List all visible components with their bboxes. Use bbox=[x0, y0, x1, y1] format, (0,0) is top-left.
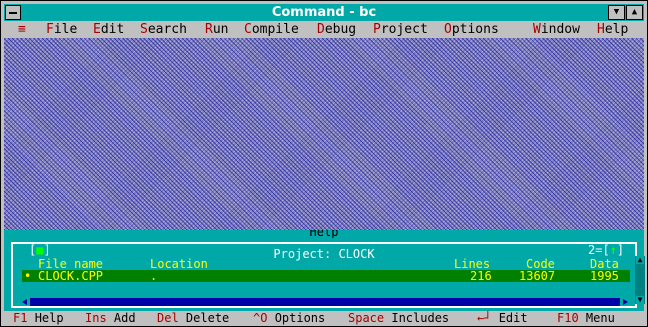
status-key: Ins bbox=[85, 311, 107, 325]
project-title-bar: Project: CLOCK bbox=[13, 243, 635, 261]
menu-compile-label: ompile bbox=[251, 22, 299, 37]
menu-debug-hotkey: D bbox=[317, 22, 325, 37]
menu-search[interactable]: Search bbox=[140, 22, 187, 38]
status-bar: F1 Help Ins Add Del Delete ^O Options Sp… bbox=[4, 311, 644, 325]
minimize-button[interactable]: ▼ bbox=[608, 5, 625, 20]
menu-run-hotkey: R bbox=[205, 22, 213, 37]
menu-options[interactable]: Options bbox=[444, 22, 499, 38]
status-label: Options bbox=[274, 311, 326, 325]
menu-search-label: earch bbox=[147, 22, 187, 37]
scroll-up-icon[interactable]: ▲ bbox=[636, 256, 644, 264]
menu-bar: ≡ File Edit Search Run Compile Debug Pro… bbox=[4, 22, 644, 38]
menu-project[interactable]: Project bbox=[373, 22, 428, 38]
menu-run[interactable]: Run bbox=[205, 22, 228, 38]
menu-window[interactable]: Window bbox=[533, 22, 580, 38]
horizontal-scrollbar[interactable] bbox=[30, 298, 620, 306]
status-label: Delete bbox=[185, 311, 230, 325]
status-options[interactable]: ^O Options bbox=[253, 311, 325, 325]
status-del-delete[interactable]: Del Delete bbox=[157, 311, 229, 325]
help-window-title: Help bbox=[309, 230, 339, 238]
menu-window-hotkey: W bbox=[533, 22, 541, 37]
zoom-icon: ↑ bbox=[609, 243, 617, 257]
menu-help[interactable]: Help bbox=[597, 22, 628, 38]
menu-project-hotkey: P bbox=[373, 22, 381, 37]
status-label: Help bbox=[34, 311, 64, 325]
menu-edit-label: dit bbox=[100, 22, 125, 37]
status-label: Edit bbox=[498, 311, 528, 325]
row-lines: 216 bbox=[470, 269, 492, 283]
status-label: Includes bbox=[391, 311, 450, 325]
row-location: . bbox=[150, 269, 158, 283]
menu-edit-hotkey: E bbox=[93, 22, 101, 37]
menu-options-label: ptions bbox=[451, 22, 499, 37]
menu-compile[interactable]: Compile bbox=[244, 22, 299, 38]
row-code: 13607 bbox=[519, 269, 556, 283]
window-number: 2 bbox=[588, 243, 596, 257]
menu-search-hotkey: S bbox=[140, 22, 148, 37]
scroll-down-icon[interactable]: ▼ bbox=[636, 296, 644, 304]
menu-edit[interactable]: Edit bbox=[93, 22, 124, 38]
menu-help-hotkey: H bbox=[597, 22, 605, 37]
status-ins-add[interactable]: Ins Add bbox=[85, 311, 136, 325]
status-key: Space bbox=[348, 311, 385, 325]
menu-system[interactable]: ≡ bbox=[18, 22, 26, 38]
status-key: Del bbox=[157, 311, 179, 325]
menu-help-label: elp bbox=[604, 22, 629, 37]
scroll-left-icon[interactable] bbox=[20, 298, 30, 306]
vertical-scrollbar[interactable]: ▲ ▼ bbox=[635, 256, 645, 304]
menu-project-label: roject bbox=[380, 22, 428, 37]
menu-options-hotkey: O bbox=[444, 22, 452, 37]
status-label: Menu bbox=[585, 311, 615, 325]
maximize-button[interactable]: ▲ bbox=[626, 5, 643, 20]
status-space-includes[interactable]: Space Includes bbox=[348, 311, 449, 325]
desktop-area bbox=[4, 38, 644, 230]
app-window: Command - bc ▼ ▲ ≡ File Edit Search Run … bbox=[0, 0, 648, 327]
project-zoom-button[interactable]: 2=[↑] bbox=[588, 243, 625, 257]
help-window-strip[interactable]: Help bbox=[4, 230, 644, 238]
enter-key-icon: ←┘ bbox=[477, 311, 492, 325]
selected-bullet-icon: • bbox=[24, 269, 32, 283]
menu-compile-hotkey: C bbox=[244, 22, 252, 37]
menu-file-label: ile bbox=[53, 22, 78, 37]
table-row[interactable]: • CLOCK.CPP . 216 13607 1995 bbox=[22, 270, 630, 282]
column-header-location: Location bbox=[150, 257, 208, 271]
project-window: [■] Project: CLOCK 2=[↑] File name Locat… bbox=[4, 238, 645, 311]
title-bar: Command - bc ▼ ▲ bbox=[4, 4, 644, 21]
status-key: F10 bbox=[557, 311, 579, 325]
row-file-name: CLOCK.CPP bbox=[38, 269, 104, 283]
menu-debug[interactable]: Debug bbox=[317, 22, 356, 38]
row-data: 1995 bbox=[590, 269, 619, 283]
project-title: Project: CLOCK bbox=[268, 247, 380, 261]
menu-debug-label: ebug bbox=[324, 22, 357, 37]
scroll-right-icon[interactable] bbox=[620, 298, 630, 306]
menu-window-label: indow bbox=[540, 22, 580, 37]
status-f10-menu[interactable]: F10 Menu bbox=[557, 311, 615, 325]
status-key: ^O bbox=[253, 311, 268, 325]
status-key: F1 bbox=[13, 311, 28, 325]
menu-file-hotkey: F bbox=[46, 22, 54, 37]
menu-run-label: un bbox=[212, 22, 229, 37]
status-enter-edit[interactable]: ←┘ Edit bbox=[477, 311, 528, 325]
status-label: Add bbox=[113, 311, 136, 325]
menu-file[interactable]: File bbox=[46, 22, 77, 38]
status-f1-help[interactable]: F1 Help bbox=[13, 311, 64, 325]
menu-system-glyph: ≡ bbox=[18, 22, 26, 37]
window-title: Command - bc bbox=[271, 5, 377, 20]
